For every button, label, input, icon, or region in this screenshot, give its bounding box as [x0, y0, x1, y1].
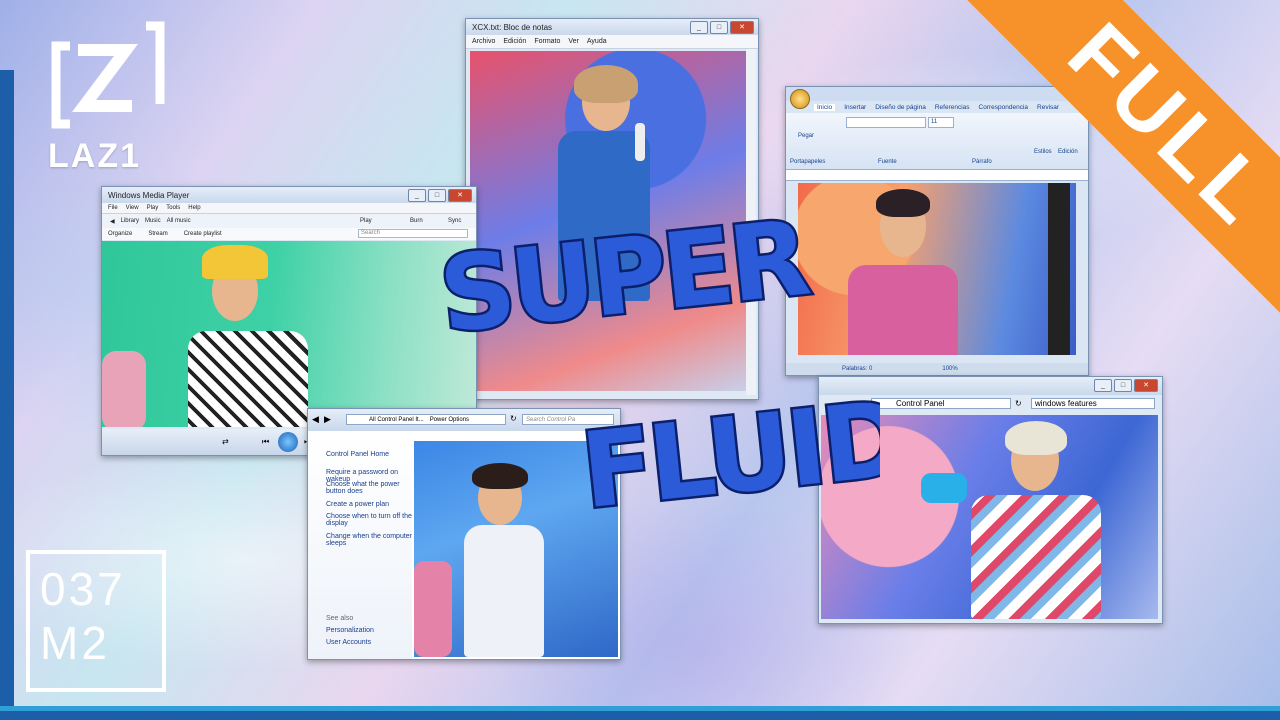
- menu-tools[interactable]: Tools: [166, 205, 180, 211]
- link-personalization[interactable]: Personalization: [326, 627, 374, 634]
- link-display-off[interactable]: Choose when to turn off the display: [326, 513, 412, 527]
- menu-play[interactable]: Play: [147, 205, 159, 211]
- breadcrumb-library[interactable]: Library: [121, 218, 139, 224]
- menu-view[interactable]: View: [126, 205, 139, 211]
- menu-formato[interactable]: Formato: [534, 38, 560, 45]
- breadcrumb-all-music[interactable]: All music: [167, 218, 191, 224]
- notepad-menubar: Archivo Edición Formato Ver Ayuda: [466, 35, 758, 49]
- notepad-title: XCX.txt: Bloc de notas: [472, 22, 553, 32]
- back-icon[interactable]: ◀: [312, 414, 319, 425]
- play-button[interactable]: [278, 432, 298, 452]
- power-options-sidebar: Control Panel Home Require a password on…: [308, 431, 412, 659]
- zoom-level[interactable]: 100%: [942, 366, 957, 372]
- wmp-titlebar[interactable]: Windows Media Player _ □ ✕: [102, 187, 476, 203]
- font-size-select[interactable]: 11: [928, 117, 954, 128]
- editing-button[interactable]: Edición: [1058, 149, 1078, 155]
- link-create-plan[interactable]: Create a power plan: [326, 501, 412, 508]
- shuffle-icon[interactable]: ⇄: [222, 437, 229, 446]
- link-power-button[interactable]: Choose what the power button does: [326, 481, 412, 495]
- office-button-icon[interactable]: [790, 89, 810, 109]
- brand-logo-icon: [51, 21, 165, 129]
- breadcrumb-music[interactable]: Music: [145, 218, 161, 224]
- see-also-label: See also: [326, 615, 354, 622]
- word-quick-bar: [786, 87, 1088, 109]
- word-ribbon-tabs: Inicio Insertar Diseño de página Referen…: [786, 101, 1088, 113]
- stream-menu[interactable]: Stream: [148, 231, 167, 237]
- maximize-button[interactable]: □: [1114, 379, 1132, 392]
- refresh-icon[interactable]: ↻: [1015, 399, 1022, 408]
- create-playlist-menu[interactable]: Create playlist: [184, 231, 222, 237]
- left-accent-bar: [0, 70, 14, 706]
- link-user-accounts[interactable]: User Accounts: [326, 639, 371, 646]
- episode-code: M2: [40, 617, 110, 669]
- menu-help[interactable]: Help: [188, 205, 200, 211]
- link-computer-sleeps[interactable]: Change when the computer sleeps: [326, 533, 412, 547]
- menu-file[interactable]: File: [108, 205, 118, 211]
- episode-number: 037: [40, 563, 126, 615]
- tab-revisar[interactable]: Revisar: [1037, 104, 1059, 111]
- close-button[interactable]: ✕: [730, 21, 754, 34]
- title-line-2: FLUID: [576, 377, 880, 520]
- menu-edicion[interactable]: Edición: [503, 38, 526, 45]
- paste-button[interactable]: Pegar: [798, 133, 814, 139]
- notepad-titlebar[interactable]: XCX.txt: Bloc de notas _ □ ✕: [466, 19, 758, 35]
- bottom-accent-bar: [0, 706, 1280, 720]
- tab-play[interactable]: Play: [360, 218, 372, 224]
- superfluid-title: SUPER FLUID: [430, 194, 913, 535]
- wmp-navbar: ◀ Library Music All music Play Burn Sync: [102, 214, 476, 228]
- wmp-photo: [102, 241, 476, 427]
- previous-icon[interactable]: ⏮: [262, 437, 269, 447]
- tab-insertar[interactable]: Insertar: [844, 104, 866, 111]
- control-panel-home-link[interactable]: Control Panel Home: [326, 451, 389, 458]
- wmp-menubar: File View Play Tools Help: [102, 203, 476, 214]
- brand-name: LAZ1: [48, 137, 141, 175]
- breadcrumb-all-items[interactable]: All Control Panel It...: [369, 417, 424, 423]
- word-ribbon: Pegar 11 Portapapeles Fuente Párrafo Est…: [786, 113, 1088, 170]
- tab-diseno[interactable]: Diseño de página: [875, 104, 926, 111]
- address-field[interactable]: Control Panel: [871, 398, 1011, 409]
- styles-button[interactable]: Estilos: [1034, 149, 1052, 155]
- search-field[interactable]: windows features: [1031, 398, 1155, 409]
- menu-archivo[interactable]: Archivo: [472, 38, 495, 45]
- brand-logo: LAZ1: [48, 20, 178, 176]
- font-name-select[interactable]: [846, 117, 926, 128]
- menu-ayuda[interactable]: Ayuda: [587, 38, 607, 45]
- minimize-button[interactable]: _: [408, 189, 426, 202]
- word-ruler: [786, 170, 1088, 181]
- tab-correspondencia[interactable]: Correspondencia: [979, 104, 1029, 111]
- tab-burn[interactable]: Burn: [410, 218, 423, 224]
- close-button[interactable]: ✕: [1134, 379, 1158, 392]
- minimize-button[interactable]: _: [1094, 379, 1112, 392]
- organize-menu[interactable]: Organize: [108, 231, 132, 237]
- title-line-1: SUPER: [434, 200, 813, 357]
- episode-badge: 037 M2: [26, 550, 166, 692]
- minimize-button[interactable]: _: [690, 21, 708, 34]
- group-portapapeles: Portapapeles: [790, 159, 826, 165]
- wmp-toolbar: Organize Stream Create playlist Search: [102, 228, 476, 240]
- tab-inicio[interactable]: Inicio: [814, 103, 836, 111]
- group-parrafo: Párrafo: [972, 159, 992, 165]
- group-fuente: Fuente: [878, 159, 897, 165]
- maximize-button[interactable]: □: [710, 21, 728, 34]
- back-icon[interactable]: ◀: [110, 218, 115, 225]
- water-gun-icon: [921, 473, 967, 503]
- menu-ver[interactable]: Ver: [568, 38, 579, 45]
- tab-referencias[interactable]: Referencias: [935, 104, 970, 111]
- forward-icon[interactable]: ▶: [324, 414, 331, 425]
- wmp-title: Windows Media Player: [108, 190, 190, 200]
